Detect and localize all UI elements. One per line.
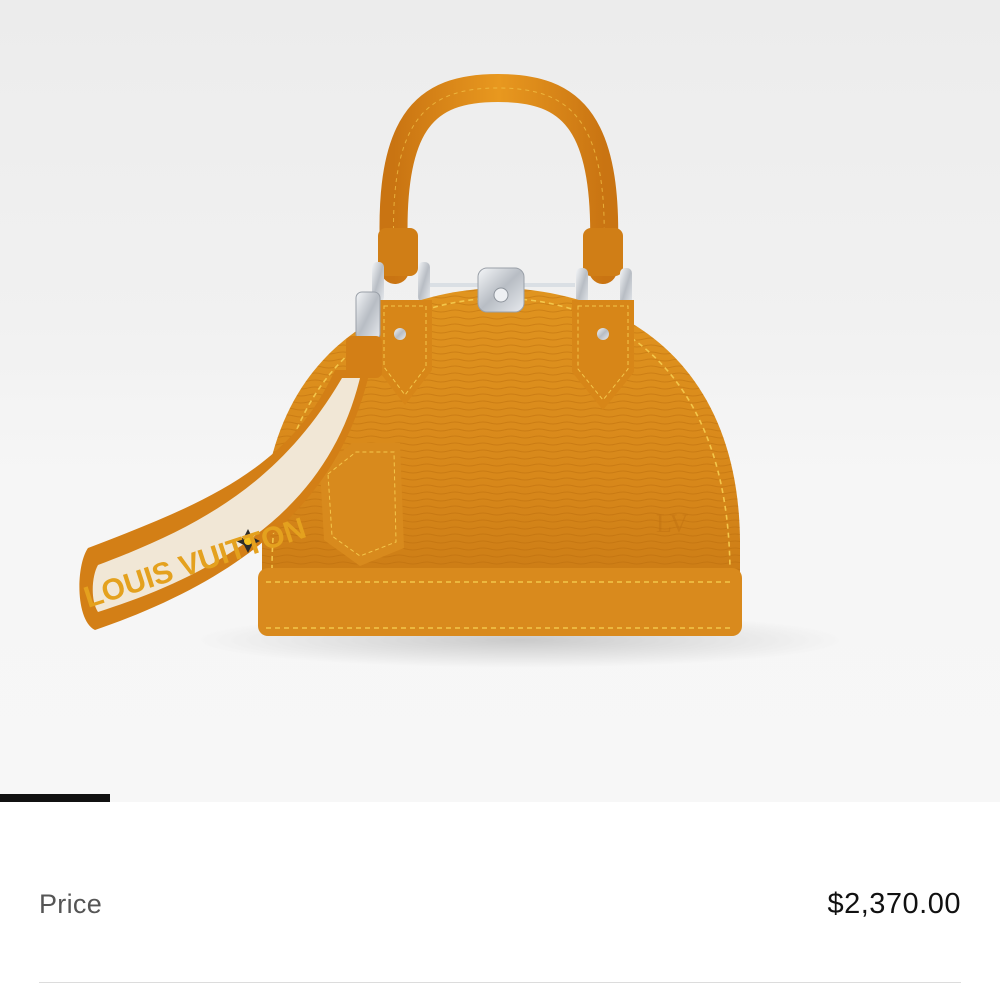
- price-label: Price: [39, 888, 103, 919]
- svg-text:LV: LV: [656, 509, 688, 538]
- price-value: $2,370.00: [827, 887, 961, 920]
- price-row: Price $2,370.00: [39, 876, 961, 932]
- gallery-progress-fill: [0, 794, 110, 802]
- divider: [39, 982, 961, 983]
- product-image: LV LOUIS VUITTON: [79, 73, 850, 668]
- product-page: LV LOUIS VUITTON Price $2,370.00: [0, 0, 1000, 1000]
- gallery-progress-indicator: [0, 794, 1000, 802]
- product-image-gallery[interactable]: LV LOUIS VUITTON: [0, 0, 1000, 802]
